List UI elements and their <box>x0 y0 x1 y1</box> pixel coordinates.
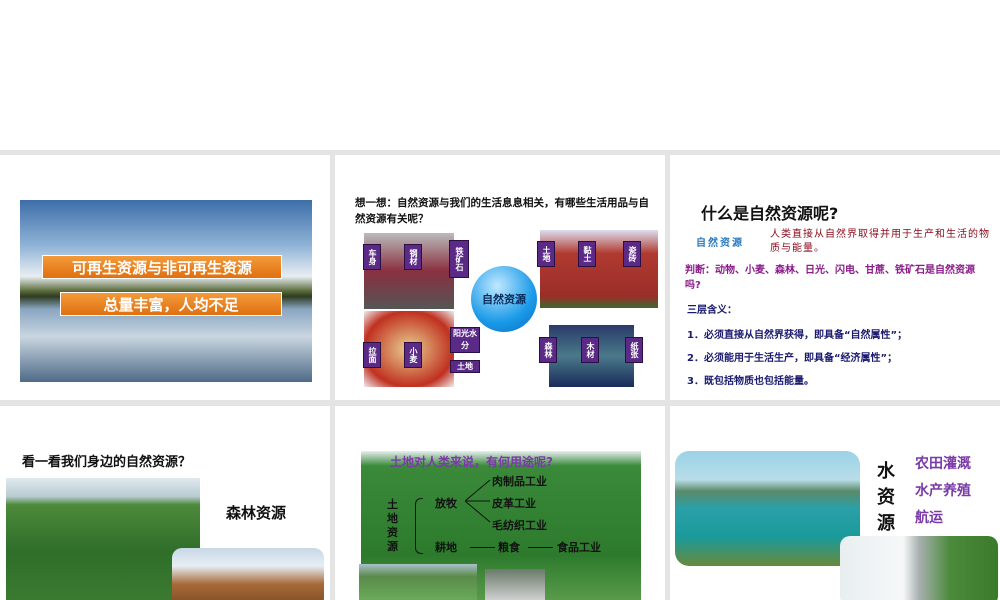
box-steel: 钢材 <box>404 244 422 270</box>
line <box>470 547 495 548</box>
box-land: 土地 <box>537 241 555 267</box>
box-car-body: 车身 <box>363 244 381 270</box>
lake-sky-image <box>20 200 312 382</box>
definition-text: 人类直接从自然界取得并用于生产和生活的物质与能量。 <box>770 229 990 254</box>
lumber-yard-image <box>172 548 324 600</box>
subtitle-text: 三层含义： <box>687 305 737 316</box>
product-wool: 毛纺织工业 <box>492 519 547 532</box>
title-label: 可再生资源与非可再生资源 <box>42 255 282 279</box>
point-1: 1．必须直接从自然界获得，即具备“自然属性”； <box>687 330 908 341</box>
box-iron-ore: 铁矿石 <box>449 240 469 278</box>
product-grain: 粮食 <box>498 541 520 554</box>
box-wheat: 小麦 <box>404 342 422 368</box>
bridge-lake-image <box>675 451 860 566</box>
slide-title: 想一想：自然资源与我们的生活息息相关，有哪些生活用品与自然资源有关呢？ <box>355 197 649 225</box>
forest-resources-label: 森林资源 <box>226 504 287 522</box>
slide-thumbnail-1[interactable]: 可再生资源与非可再生资源 总量丰富，人均不足 <box>0 155 330 400</box>
slide-thumbnail-5[interactable]: 土地对人类来说，有何用途呢? 土地资源 放牧 耕地 肉制品工业 皮革工业 毛纺织… <box>335 406 665 600</box>
water-resources-label: 水资源 <box>877 461 895 534</box>
use-irrigation: 农田灌溉 <box>915 456 971 472</box>
box-land-2: 土地 <box>450 360 480 373</box>
box-tile: 瓷砖 <box>623 241 641 267</box>
slide-title: 什么是自然资源呢? <box>701 204 839 223</box>
term-label: 自然资源 <box>696 238 744 249</box>
dam-image <box>840 536 998 600</box>
box-noodles: 拉面 <box>363 342 381 368</box>
question-text: 判断：动物、小麦、森林、日光、闪电、甘蔗、铁矿石是自然资源吗? <box>685 265 975 291</box>
fields-image <box>359 564 477 600</box>
branch-grazing: 放牧 <box>435 497 457 510</box>
point-3: 3．既包括物质也包括能量。 <box>687 376 814 387</box>
box-forest: 森林 <box>539 337 557 363</box>
natural-resources-bubble: 自然资源 <box>471 266 537 332</box>
forest-image <box>6 478 200 600</box>
point-2: 2．必须能用于生活生产，即具备“经济属性”； <box>687 353 898 364</box>
product-leather: 皮革工业 <box>492 497 536 510</box>
line <box>528 547 553 548</box>
box-wood: 木材 <box>581 337 599 363</box>
slide-title: 土地对人类来说，有何用途呢? <box>390 455 553 469</box>
product-food: 食品工业 <box>557 541 601 554</box>
product-meat: 肉制品工业 <box>492 475 547 488</box>
box-paper: 纸张 <box>625 337 643 363</box>
box-clay: 黏土 <box>578 241 596 267</box>
use-aquaculture: 水产养殖 <box>915 483 971 499</box>
subtitle-label: 总量丰富，人均不足 <box>60 292 282 316</box>
box-sun-water: 阳光水分 <box>450 327 480 353</box>
branch-farmland: 耕地 <box>435 541 457 554</box>
slide-thumbnail-6[interactable]: 水资源 农田灌溉 水产养殖 航运 <box>670 406 1000 600</box>
sorter-top-area <box>0 0 1000 150</box>
slide-thumbnail-2[interactable]: 想一想：自然资源与我们的生活息息相关，有哪些生活用品与自然资源有关呢？ 自然资源… <box>335 155 665 400</box>
slide-title: 看一看我们身边的自然资源？ <box>22 455 192 470</box>
brace <box>415 498 423 554</box>
use-shipping: 航运 <box>915 510 943 526</box>
slide-thumbnail-3[interactable]: 什么是自然资源呢? 自然资源 人类直接从自然界取得并用于生产和生活的物质与能量。… <box>670 155 1000 400</box>
slide-thumbnail-4[interactable]: 看一看我们身边的自然资源？ 森林资源 <box>0 406 330 600</box>
branch-lines <box>465 479 491 523</box>
sheep-image <box>485 569 545 600</box>
root-label: 土地资源 <box>387 498 398 553</box>
